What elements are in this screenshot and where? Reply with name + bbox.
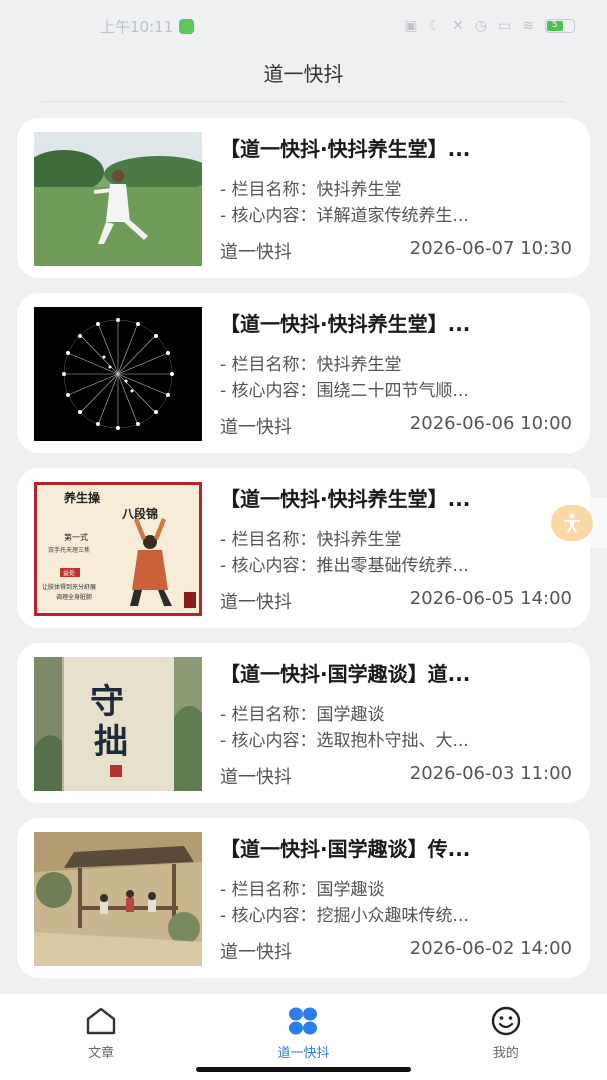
header-divider — [42, 101, 565, 102]
column-label: - 栏目名称： — [220, 880, 317, 900]
column-label: - 栏目名称： — [220, 180, 317, 200]
poster-note-1: 让肢体得到充分舒展 — [42, 583, 96, 591]
tab-label: 文章 — [88, 1046, 115, 1061]
card-date: 2026-06-07 10:30 — [409, 238, 572, 259]
content-line: - 核心内容：挖掘小众趣味传统... — [220, 901, 570, 926]
calligraphy-char-2: 拙 — [94, 722, 128, 762]
thumbnail-painting[interactable] — [34, 832, 202, 966]
status-icons: ▣ ☾ ✕ ◷ ▭ ≋ 5 — [404, 18, 575, 34]
content-label: - 核心内容： — [220, 381, 317, 401]
column-line: - 栏目名称：快抖养生堂 — [220, 175, 570, 200]
column-value: 国学趣谈 — [316, 705, 385, 725]
column-value: 快抖养生堂 — [316, 355, 402, 375]
poster-title-1: 养生操 — [63, 490, 101, 505]
page-title: 道一快抖 — [263, 62, 344, 86]
thumbnail-baduanjin-poster[interactable]: 养生操 八段锦 第一式 双手托天理三焦 益处 让肢体得到充分舒展 调理全身脏腑 — [34, 482, 202, 616]
card-title: 【道一快抖·快抖养生堂】... — [220, 312, 471, 336]
column-value: 快抖养生堂 — [316, 180, 402, 200]
card-date: 2026-06-02 14:00 — [409, 938, 572, 959]
card-source: 道一快抖 — [220, 417, 292, 438]
feed-list[interactable]: 【道一快抖·快抖养生堂】... - 栏目名称：快抖养生堂 - 核心内容：详解道家… — [17, 118, 590, 993]
content-line: - 核心内容：选取抱朴守拙、大... — [220, 726, 570, 751]
solar-terms-wheel-icon — [34, 307, 202, 441]
home-indicator[interactable] — [196, 1067, 411, 1072]
poster-note-2: 调理全身脏腑 — [56, 593, 92, 601]
nfc-icon: ▣ — [404, 18, 418, 34]
status-bar: 上午10:11 ▣ ☾ ✕ ◷ ▭ ≋ 5 — [0, 0, 607, 52]
status-left: 上午10:11 — [100, 16, 195, 37]
baduanjin-poster-icon: 养生操 八段锦 第一式 双手托天理三焦 益处 让肢体得到充分舒展 调理全身脏腑 — [34, 482, 202, 616]
tab-label: 我的 — [492, 1046, 519, 1061]
content-label: - 核心内容： — [220, 206, 317, 226]
card-date: 2026-06-06 10:00 — [409, 413, 572, 434]
column-line: - 栏目名称：快抖养生堂 — [220, 350, 570, 375]
status-time: 上午10:11 — [100, 17, 174, 36]
content-value: 推出零基础传统养... — [316, 556, 469, 576]
poster-tag: 益处 — [63, 569, 75, 577]
column-label: - 栏目名称： — [220, 530, 317, 550]
thumbnail-taichi-photo[interactable] — [34, 132, 202, 266]
poster-title-2: 八段锦 — [121, 506, 158, 521]
content-value: 详解道家传统养生... — [316, 206, 469, 226]
calligraphy-scroll-icon: 守 拙 — [34, 657, 202, 791]
calligraphy-char-1: 守 — [90, 682, 124, 722]
card-source: 道一快抖 — [220, 592, 292, 613]
sim-icon: ▭ — [498, 18, 512, 34]
card-date: 2026-06-05 14:00 — [409, 588, 572, 609]
wechat-notification-icon — [179, 18, 195, 34]
content-label: - 核心内容： — [220, 906, 317, 926]
card-title: 【道一快抖·国学趣谈】传... — [220, 837, 471, 861]
grid-icon — [289, 1007, 318, 1035]
feed-card[interactable]: 守 拙 【道一快抖·国学趣谈】道... - 栏目名称：国学趣谈 - 核心内容：选… — [17, 643, 590, 803]
poster-line: 双手托天理三焦 — [48, 546, 90, 554]
smiley-icon — [491, 1006, 521, 1036]
tab-label: 道一快抖 — [277, 1046, 330, 1061]
content-label: - 核心内容： — [220, 556, 317, 576]
wifi-icon: ≋ — [522, 18, 534, 34]
ancient-painting-icon — [34, 832, 202, 966]
column-value: 国学趣谈 — [316, 880, 385, 900]
tab-mine[interactable]: 我的 — [436, 994, 576, 1080]
poster-sub: 第一式 — [64, 532, 88, 542]
column-line: - 栏目名称：国学趣谈 — [220, 875, 570, 900]
content-line: - 核心内容：推出零基础传统养... — [220, 551, 570, 576]
content-value: 围绕二十四节气顺... — [316, 381, 469, 401]
home-icon — [86, 1007, 116, 1035]
accessibility-icon — [564, 513, 580, 533]
feed-card[interactable]: 【道一快抖·快抖养生堂】... - 栏目名称：快抖养生堂 - 核心内容：详解道家… — [17, 118, 590, 278]
thumbnail-calligraphy[interactable]: 守 拙 — [34, 657, 202, 791]
content-label: - 核心内容： — [220, 731, 317, 751]
mute-icon: ✕ — [452, 18, 464, 34]
battery-icon: 5 — [545, 19, 575, 33]
content-line: - 核心内容：围绕二十四节气顺... — [220, 376, 570, 401]
column-value: 快抖养生堂 — [316, 530, 402, 550]
column-line: - 栏目名称：国学趣谈 — [220, 700, 570, 725]
content-value: 选取抱朴守拙、大... — [316, 731, 469, 751]
tab-articles[interactable]: 文章 — [31, 994, 171, 1080]
feed-card[interactable]: 【道一快抖·快抖养生堂】... - 栏目名称：快抖养生堂 - 核心内容：围绕二十… — [17, 293, 590, 453]
card-title: 【道一快抖·快抖养生堂】... — [220, 487, 471, 511]
column-label: - 栏目名称： — [220, 355, 317, 375]
card-date: 2026-06-03 11:00 — [409, 763, 572, 784]
column-label: - 栏目名称： — [220, 705, 317, 725]
card-source: 道一快抖 — [220, 767, 292, 788]
feed-card[interactable]: 【道一快抖·国学趣谈】传... - 栏目名称：国学趣谈 - 核心内容：挖掘小众趣… — [17, 818, 590, 978]
card-source: 道一快抖 — [220, 242, 292, 263]
content-line: - 核心内容：详解道家传统养生... — [220, 201, 570, 226]
thumbnail-solar-terms[interactable] — [34, 307, 202, 441]
feed-card[interactable]: 养生操 八段锦 第一式 双手托天理三焦 益处 让肢体得到充分舒展 调理全身脏腑 … — [17, 468, 590, 628]
content-value: 挖掘小众趣味传统... — [316, 906, 469, 926]
card-source: 道一快抖 — [220, 942, 292, 963]
battery-level: 5 — [547, 21, 563, 31]
taichi-photo-icon — [34, 132, 202, 266]
moon-icon: ☾ — [428, 18, 442, 34]
alarm-icon: ◷ — [474, 18, 488, 34]
column-line: - 栏目名称：快抖养生堂 — [220, 525, 570, 550]
card-title: 【道一快抖·快抖养生堂】... — [220, 137, 471, 161]
card-title: 【道一快抖·国学趣谈】道... — [220, 662, 471, 686]
accessibility-float-button[interactable] — [551, 505, 593, 541]
